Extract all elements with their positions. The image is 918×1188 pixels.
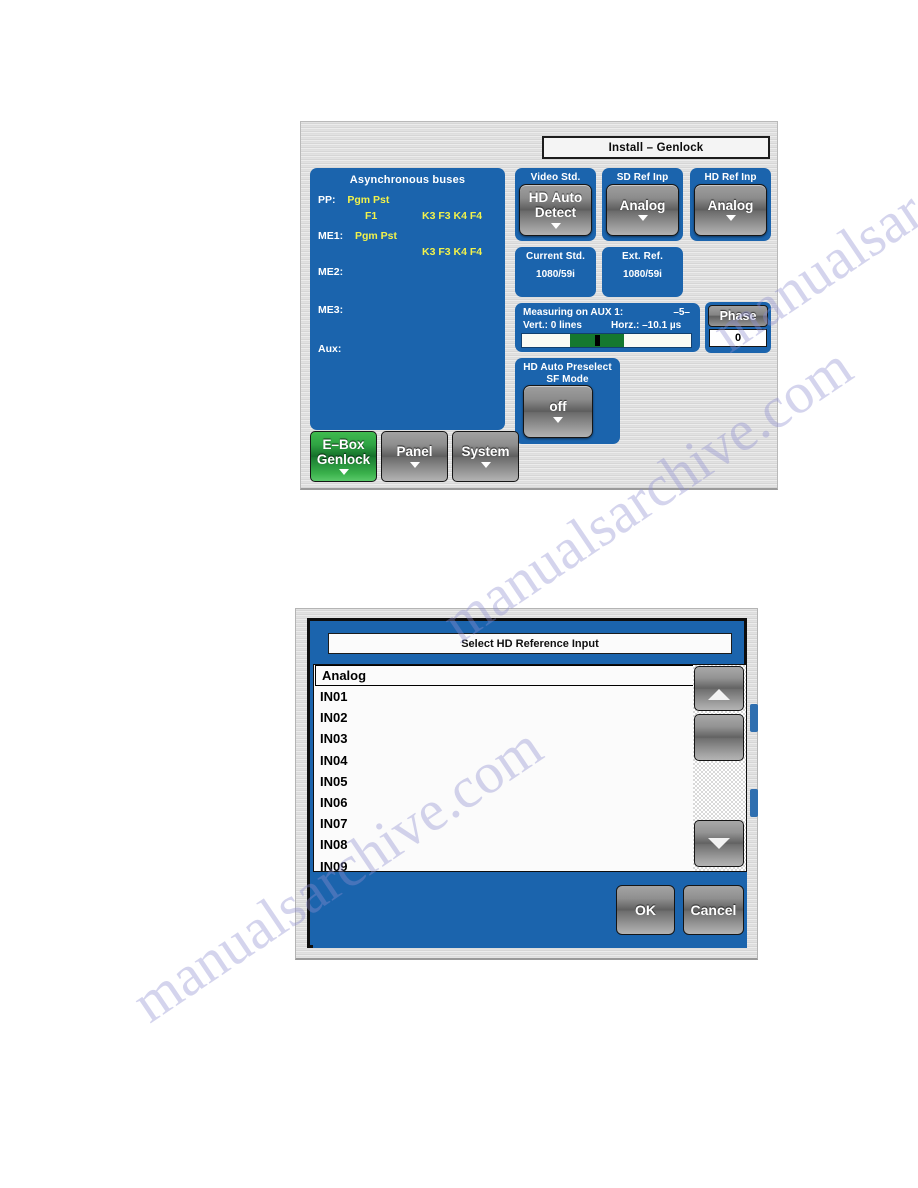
chevron-down-icon	[637, 215, 648, 222]
current-std-caption: Current Std.	[526, 251, 585, 262]
bus-row-keys: K3 F3 K4 F4	[422, 210, 483, 222]
triangle-down-icon	[708, 838, 730, 849]
list-item[interactable]: IN08	[314, 834, 746, 855]
triangle-up-icon	[708, 689, 730, 700]
hd-ref-inp-value: Analog	[707, 197, 754, 213]
bus-row-keys: K3 F3 K4 F4	[422, 246, 482, 258]
tab-system[interactable]: System	[452, 431, 519, 482]
list-item[interactable]: IN09	[314, 856, 746, 871]
bus-row: ME1: Pgm Pst	[318, 230, 397, 242]
panel-edge-nub	[750, 704, 758, 732]
measuring-marker: –5–	[673, 307, 690, 318]
list-item[interactable]: IN01	[314, 686, 746, 707]
current-std-display: Current Std. 1080/59i	[515, 247, 596, 297]
chevron-down-icon	[480, 461, 491, 468]
bus-row-value: Pgm Pst	[347, 194, 390, 206]
bus-row: F1	[365, 210, 377, 222]
tab-panel[interactable]: Panel	[381, 431, 448, 482]
video-std-value-line1: HD Auto	[528, 190, 583, 206]
scroll-down-button[interactable]	[694, 820, 744, 867]
dialog-title: Select HD Reference Input	[328, 633, 732, 654]
phase-group: Phase 0	[705, 302, 771, 353]
list-item[interactable]: IN02	[314, 707, 746, 728]
phase-meter	[521, 333, 692, 348]
measuring-title: Measuring on AUX 1:	[523, 307, 624, 318]
phase-button[interactable]: Phase	[708, 305, 768, 327]
meter-right-segment	[624, 334, 691, 347]
measuring-horizontal-value: Horz.: –10.1 µs	[611, 320, 682, 331]
chevron-down-icon	[553, 416, 563, 423]
meter-needle-icon	[594, 335, 600, 346]
bus-row-label: Aux:	[318, 343, 342, 355]
chevron-down-icon	[725, 215, 736, 222]
list-item[interactable]: Analog	[315, 665, 745, 686]
list-item[interactable]: IN05	[314, 771, 746, 792]
sd-ref-inp-button[interactable]: Analog	[606, 184, 679, 236]
bus-row-label: ME2:	[318, 266, 344, 278]
ok-button[interactable]: OK	[616, 885, 675, 935]
bus-row: ME2:	[318, 266, 343, 278]
meter-left-segment	[522, 334, 570, 347]
asynchronous-buses-group: Asynchronous buses PP: Pgm Pst F1 K3 F3 …	[310, 168, 505, 430]
bus-row-label: ME1:	[318, 230, 344, 242]
list-item[interactable]: IN07	[314, 813, 746, 834]
hd-ref-inp-button[interactable]: Analog	[694, 184, 767, 236]
bus-row-value: Pgm Pst	[354, 230, 397, 242]
measuring-vertical-value: Vert.: 0 lines	[523, 320, 582, 331]
bus-row: Aux:	[318, 343, 341, 355]
phase-value-field[interactable]: 0	[709, 329, 767, 347]
bus-row-value: F1	[365, 210, 378, 222]
dialog-frame: Select HD Reference Input Analog IN01 IN…	[307, 618, 747, 948]
list-item[interactable]: IN06	[314, 792, 746, 813]
video-std-caption: Video Std.	[530, 172, 581, 183]
tab-label-line1: E–Box	[322, 436, 365, 452]
dialog-footer: OK Cancel	[313, 872, 747, 948]
tab-label-line1: System	[461, 444, 510, 460]
genlock-control-panel: Install – Genlock Asynchronous buses PP:…	[300, 121, 778, 490]
select-hd-reference-input-panel: Select HD Reference Input Analog IN01 IN…	[295, 608, 758, 960]
ext-ref-caption: Ext. Ref.	[622, 251, 663, 262]
scroll-up-button[interactable]	[694, 666, 744, 711]
video-std-value-line2: Detect	[534, 205, 577, 220]
list-item[interactable]: IN03	[314, 728, 746, 749]
tab-e-box-genlock[interactable]: E–Box Genlock	[310, 431, 377, 482]
bus-row: ME3:	[318, 304, 343, 316]
hd-auto-preselect-caption: HD Auto Preselect	[523, 362, 612, 373]
list-scrollbar[interactable]	[693, 665, 746, 871]
bus-row-label: ME3:	[318, 304, 344, 316]
sf-mode-caption: SF Mode	[546, 374, 589, 385]
ext-ref-value: 1080/59i	[623, 269, 662, 280]
sf-mode-button[interactable]: off	[523, 385, 593, 438]
sd-ref-inp-value: Analog	[619, 197, 666, 213]
scrollbar-thumb[interactable]	[694, 714, 744, 761]
bus-row-label: PP:	[318, 194, 336, 206]
measuring-group: Measuring on AUX 1: –5– Vert.: 0 lines H…	[515, 303, 700, 352]
hd-ref-inp-caption: HD Ref Inp	[704, 172, 757, 183]
panel-title-bar: Install – Genlock	[542, 136, 770, 159]
cancel-button[interactable]: Cancel	[683, 885, 744, 935]
bus-row: PP: Pgm Pst	[318, 194, 389, 206]
reference-input-list[interactable]: Analog IN01 IN02 IN03 IN04 IN05 IN06 IN0…	[313, 664, 747, 872]
list-item[interactable]: IN04	[314, 750, 746, 771]
meter-center-segment	[570, 334, 624, 347]
ext-ref-display: Ext. Ref. 1080/59i	[602, 247, 683, 297]
tab-label-line1: Panel	[396, 444, 433, 460]
chevron-down-icon	[409, 461, 420, 468]
asynchronous-buses-heading: Asynchronous buses	[349, 174, 466, 186]
sd-ref-inp-caption: SD Ref Inp	[616, 172, 669, 183]
tab-label-line2: Genlock	[316, 451, 371, 467]
chevron-down-icon	[338, 469, 349, 476]
bus-row-value: K3 F3 K4 F4	[422, 246, 483, 258]
video-std-button[interactable]: HD Auto Detect	[519, 184, 592, 236]
current-std-value: 1080/59i	[536, 269, 575, 280]
panel-edge-nub	[750, 789, 758, 817]
sf-mode-value: off	[549, 399, 567, 415]
chevron-down-icon	[550, 222, 561, 229]
